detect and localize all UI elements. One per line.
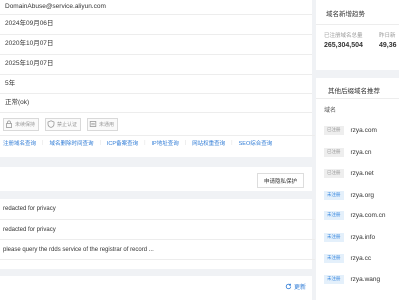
badge-label: 禁止认证	[57, 121, 78, 128]
updated-date-value: 2024年09月06日	[5, 20, 54, 28]
status-badge: 未通用	[87, 117, 119, 131]
refresh-label: 更新	[293, 285, 306, 291]
divider: |	[231, 140, 233, 146]
suffix-domain: rzya.cn	[350, 148, 372, 156]
suffix-recommend-panel: 其他后缀域名推荐 域名 已注册 rzya.com 已注册 rzya.cn 已注册…	[316, 78, 399, 300]
shield-icon	[47, 120, 55, 128]
status-badge: 未续保持	[3, 117, 40, 131]
suffix-domain: rzya.com	[350, 126, 377, 134]
domain-trend-panel: 域名新增趋势 已注册域名总量 昨日新 265,304,504 49,36	[316, 0, 399, 70]
registered-total-label: 已注册域名总量	[324, 33, 363, 39]
query-links: 注册域名查询 | 域名删除时间查询 | ICP备案查询 | IP地址查询 | 网…	[0, 136, 315, 150]
status-badge: 未注册	[324, 191, 344, 200]
whois-row-abuse-email: DomainAbuse@service.aliyun.com	[0, 0, 312, 15]
suffix-title: 其他后缀域名推荐	[328, 88, 380, 95]
suffix-domain: rzya.cc	[350, 254, 372, 262]
status-badge: 未注册	[324, 275, 344, 284]
whois-info-panel: DomainAbuse@service.aliyun.com 2024年09月0…	[0, 0, 315, 157]
suffix-domain: rzya.net	[350, 169, 374, 177]
domain-column-label: 域名	[324, 108, 337, 114]
registered-total-value: 265,304,504	[324, 42, 363, 49]
trend-title: 域名新增趋势	[326, 11, 365, 18]
abuse-email-value: DomainAbuse@service.aliyun.com	[5, 2, 106, 10]
expiry-date-value: 2025年10月07日	[5, 60, 54, 68]
raw-row-text: redacted for privacy	[3, 206, 56, 212]
whois-row-age: 5年	[0, 75, 312, 94]
raw-row-text: please query the rdds service of the reg…	[3, 246, 154, 253]
status-badge: 已注册	[324, 169, 344, 178]
status-badge: 禁止认证	[45, 117, 82, 131]
domain-status-value: 正常(ok)	[5, 98, 30, 106]
status-badge: 未注册	[324, 211, 344, 220]
link-deletion-time-query[interactable]: 域名删除时间查询	[49, 139, 93, 147]
whois-row-created-date: 2020年10月07日	[0, 35, 312, 55]
status-badge: 已注册	[324, 126, 344, 135]
domain-age-value: 5年	[5, 79, 16, 87]
status-badge: 未注册	[324, 233, 344, 242]
raw-row: redacted for privacy	[0, 199, 315, 220]
status-badge: 已注册	[324, 148, 344, 157]
lock-icon	[5, 120, 13, 128]
refresh-icon	[285, 283, 292, 290]
link-weight-query[interactable]: 网站权重查询	[192, 139, 225, 147]
raw-row: please query the rdds service of the reg…	[0, 240, 315, 260]
suffix-item-wang[interactable]: 未注册 rzya.wang	[324, 275, 380, 284]
yesterday-new-value: 49,36	[379, 42, 397, 49]
status-badges: 未续保持 禁止认证 未通用	[0, 113, 315, 136]
suffix-item-cn[interactable]: 已注册 rzya.cn	[324, 148, 371, 157]
suffix-item-info[interactable]: 未注册 rzya.info	[324, 233, 375, 242]
refresh-button[interactable]: 更新	[285, 282, 306, 291]
suffix-domain: rzya.info	[350, 233, 376, 241]
suffix-item-net[interactable]: 已注册 rzya.net	[324, 169, 374, 178]
raw-row-text: redacted for privacy	[3, 226, 56, 233]
suffix-domain: rzya.org	[350, 191, 374, 199]
suffix-item-com-cn[interactable]: 未注册 rzya.com.cn	[324, 211, 386, 220]
raw-row: redacted for privacy	[0, 220, 315, 240]
divider: |	[99, 140, 101, 146]
created-date-value: 2020年10月07日	[5, 40, 54, 48]
yesterday-new-label: 昨日新	[379, 33, 396, 39]
suffix-item-com[interactable]: 已注册 rzya.com	[324, 126, 377, 135]
divider: |	[184, 140, 187, 146]
footer-bar: 更新	[0, 276, 312, 300]
status-badge: 未注册	[324, 254, 344, 263]
whois-row-updated-date: 2024年09月06日	[0, 15, 312, 35]
badge-label: 未通用	[99, 121, 115, 128]
apply-privacy-button[interactable]: 申请隐私保护	[256, 173, 304, 188]
whois-row-expiry-date: 2025年10月07日	[0, 55, 312, 75]
link-seo-query[interactable]: SEO综合查询	[239, 139, 273, 147]
divider: |	[144, 140, 146, 146]
suffix-domain: rzya.wang	[350, 275, 381, 283]
divider	[316, 24, 399, 25]
suffix-item-cc[interactable]: 未注册 rzya.cc	[324, 254, 371, 263]
divider: |	[42, 140, 44, 146]
suffix-item-org[interactable]: 未注册 rzya.org	[324, 191, 374, 200]
divider	[316, 98, 399, 99]
raw-whois-panel: redacted for privacy redacted for privac…	[0, 199, 315, 269]
document-icon	[89, 120, 97, 128]
badge-label: 未续保持	[15, 121, 36, 128]
suffix-domain: rzya.com.cn	[350, 211, 386, 219]
link-ip-query[interactable]: IP地址查询	[152, 139, 179, 147]
link-icp-query[interactable]: ICP备案查询	[107, 139, 138, 147]
privacy-bar: 申请隐私保护	[0, 167, 312, 191]
link-registered-domain-query[interactable]: 注册域名查询	[3, 139, 36, 147]
whois-row-status: 正常(ok)	[0, 94, 312, 113]
